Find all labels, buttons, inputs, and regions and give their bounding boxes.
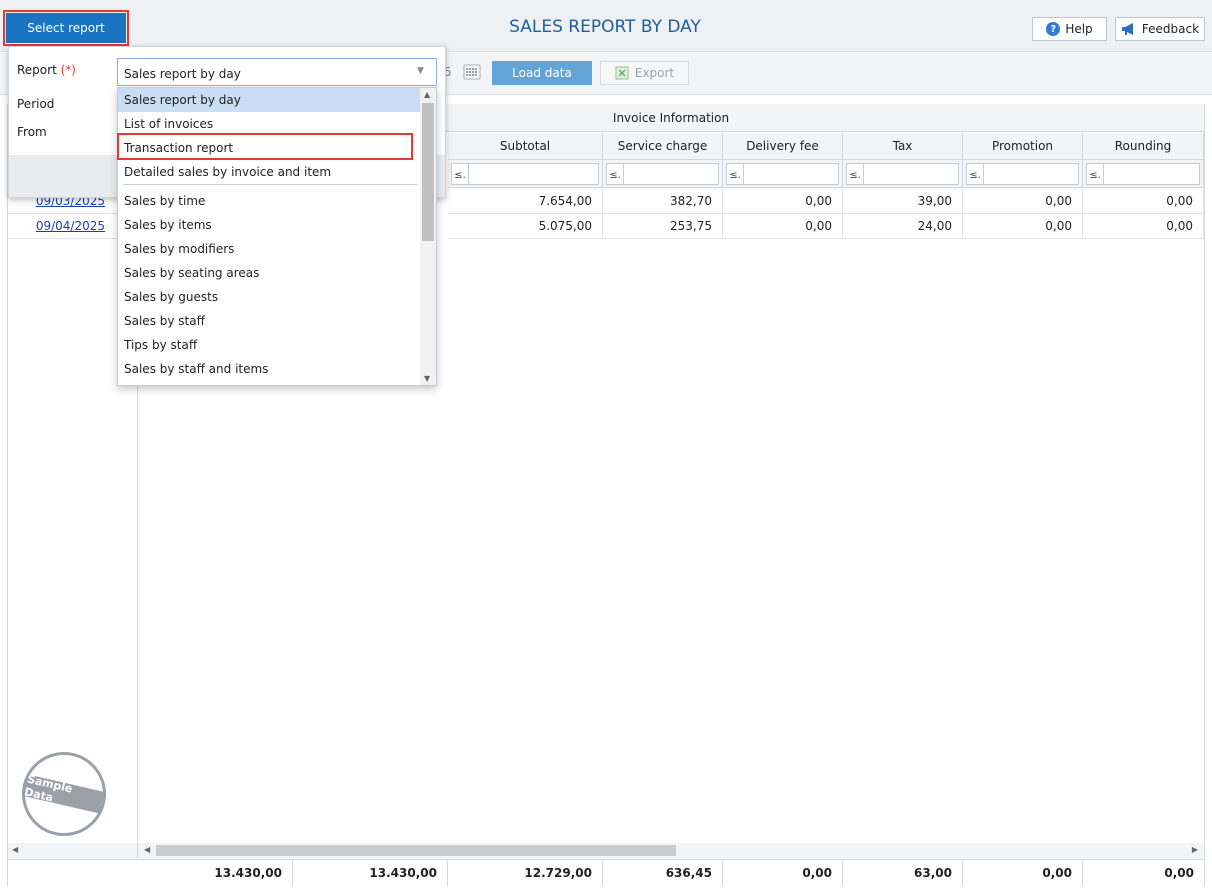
help-label: Help bbox=[1065, 22, 1093, 36]
table-cell: 0,00 bbox=[1083, 189, 1204, 214]
table-cell: 0,00 bbox=[963, 189, 1083, 214]
transaction-report-highlight bbox=[117, 133, 413, 160]
scroll-up-icon[interactable]: ▲ bbox=[424, 90, 430, 99]
scroll-down-icon[interactable]: ▼ bbox=[424, 374, 430, 383]
dropdown-separator bbox=[123, 184, 417, 185]
dropdown-item-tips-by-staff[interactable]: Tips by staff bbox=[118, 333, 421, 357]
scroll-right-icon[interactable]: ▶ bbox=[1192, 845, 1198, 854]
table-cell: 7.654,00 bbox=[448, 189, 603, 214]
export-button[interactable]: Export bbox=[600, 61, 689, 85]
scroll-left-icon[interactable]: ◀ bbox=[12, 845, 18, 854]
scroll-left-icon[interactable]: ◀ bbox=[144, 845, 150, 854]
calendar-icon[interactable] bbox=[463, 64, 481, 80]
help-icon: ? bbox=[1046, 22, 1061, 36]
dropdown-item-sales-by-seating-areas[interactable]: Sales by seating areas bbox=[118, 261, 421, 285]
filter-operator[interactable]: ≤. bbox=[727, 164, 744, 184]
column-header-promotion[interactable]: Promotion bbox=[963, 133, 1083, 160]
dropdown-item-sales-by-modifiers[interactable]: Sales by modifiers bbox=[118, 237, 421, 261]
table-cell: 5.075,00 bbox=[448, 214, 603, 239]
dropdown-item-detailed-sales-by-invoice-and-item[interactable]: Detailed sales by invoice and item bbox=[118, 160, 421, 184]
dropdown-item-sales-by-items[interactable]: Sales by items bbox=[118, 213, 421, 237]
table-cell: 382,70 bbox=[603, 189, 723, 214]
table-cell: 0,00 bbox=[723, 214, 843, 239]
report-dropdown-list: Sales report by day List of invoices Tra… bbox=[117, 87, 437, 386]
sample-data-stamp-text: Sample Data bbox=[23, 773, 105, 814]
required-mark: (*) bbox=[60, 63, 76, 77]
filter-input[interactable] bbox=[744, 164, 838, 184]
column-header-rounding[interactable]: Rounding bbox=[1083, 133, 1204, 160]
dropdown-scrollbar-thumb[interactable] bbox=[422, 103, 434, 241]
filter-tax: ≤. bbox=[843, 160, 963, 188]
left-horizontal-scrollbar[interactable]: ◀ bbox=[8, 843, 137, 858]
report-select[interactable]: Sales report by day bbox=[117, 58, 437, 86]
load-data-button[interactable]: Load data bbox=[492, 61, 592, 85]
total-cell: 13.430,00 bbox=[293, 860, 448, 886]
filter-input[interactable] bbox=[984, 164, 1078, 184]
filter-input[interactable] bbox=[624, 164, 718, 184]
total-cell: 636,45 bbox=[603, 860, 723, 886]
report-label: Report (*) bbox=[17, 63, 76, 77]
table-cell: 253,75 bbox=[603, 214, 723, 239]
total-cell: 13.430,00 bbox=[138, 860, 293, 886]
total-cell: 0,00 bbox=[723, 860, 843, 886]
filter-operator[interactable]: ≤. bbox=[452, 164, 469, 184]
feedback-button[interactable]: Feedback bbox=[1115, 17, 1205, 41]
total-cell: 0,00 bbox=[1164, 866, 1194, 880]
feedback-label: Feedback bbox=[1141, 22, 1200, 36]
report-label-text: Report bbox=[17, 63, 57, 77]
filter-promotion: ≤. bbox=[963, 160, 1083, 188]
export-label: Export bbox=[634, 66, 675, 80]
table-cell: 0,00 bbox=[723, 189, 843, 214]
table-cell: 0,00 bbox=[1083, 214, 1204, 239]
filter-input[interactable] bbox=[469, 164, 598, 184]
filter-subtotal: ≤. bbox=[448, 160, 603, 188]
dropdown-item-sales-by-time[interactable]: Sales by time bbox=[118, 189, 421, 213]
chevron-down-icon[interactable]: ▼ bbox=[417, 66, 424, 76]
column-header-delivery-fee[interactable]: Delivery fee bbox=[723, 133, 843, 160]
filter-operator[interactable]: ≤. bbox=[1087, 164, 1104, 184]
column-header-subtotal[interactable]: Subtotal bbox=[448, 133, 603, 160]
total-cell: 0,00 bbox=[963, 860, 1083, 886]
filter-delivery-fee: ≤. bbox=[723, 160, 843, 188]
table-cell: 24,00 bbox=[843, 214, 963, 239]
filter-operator[interactable]: ≤. bbox=[847, 164, 864, 184]
from-label: From bbox=[17, 125, 47, 139]
table-cell: 39,00 bbox=[843, 189, 963, 214]
column-header-tax[interactable]: Tax bbox=[843, 133, 963, 160]
column-header-service-charge[interactable]: Service charge bbox=[603, 133, 723, 160]
period-label: Period bbox=[17, 97, 55, 111]
filter-input[interactable] bbox=[1104, 164, 1199, 184]
help-button[interactable]: ? Help bbox=[1032, 17, 1107, 41]
filter-operator[interactable]: ≤. bbox=[967, 164, 984, 184]
filter-service-charge: ≤. bbox=[603, 160, 723, 188]
dropdown-item-sales-by-guests[interactable]: Sales by guests bbox=[118, 285, 421, 309]
megaphone-icon bbox=[1121, 23, 1133, 35]
total-cell: 12.729,00 bbox=[448, 860, 603, 886]
dropdown-item-sales-by-staff[interactable]: Sales by staff bbox=[118, 309, 421, 333]
excel-icon bbox=[615, 66, 629, 80]
horizontal-scrollbar-thumb[interactable] bbox=[156, 845, 676, 856]
dropdown-item-sales-report-by-day[interactable]: Sales report by day bbox=[118, 88, 421, 112]
page-title: SALES REPORT BY DAY bbox=[509, 17, 701, 37]
table-cell: 0,00 bbox=[963, 214, 1083, 239]
dropdown-item-sales-by-staff-and-items[interactable]: Sales by staff and items bbox=[118, 357, 421, 381]
filter-input[interactable] bbox=[864, 164, 958, 184]
total-cell: 63,00 bbox=[843, 860, 963, 886]
select-report-button[interactable]: Select report bbox=[3, 10, 129, 46]
filter-operator[interactable]: ≤. bbox=[607, 164, 624, 184]
filter-rounding: ≤. bbox=[1083, 160, 1204, 188]
